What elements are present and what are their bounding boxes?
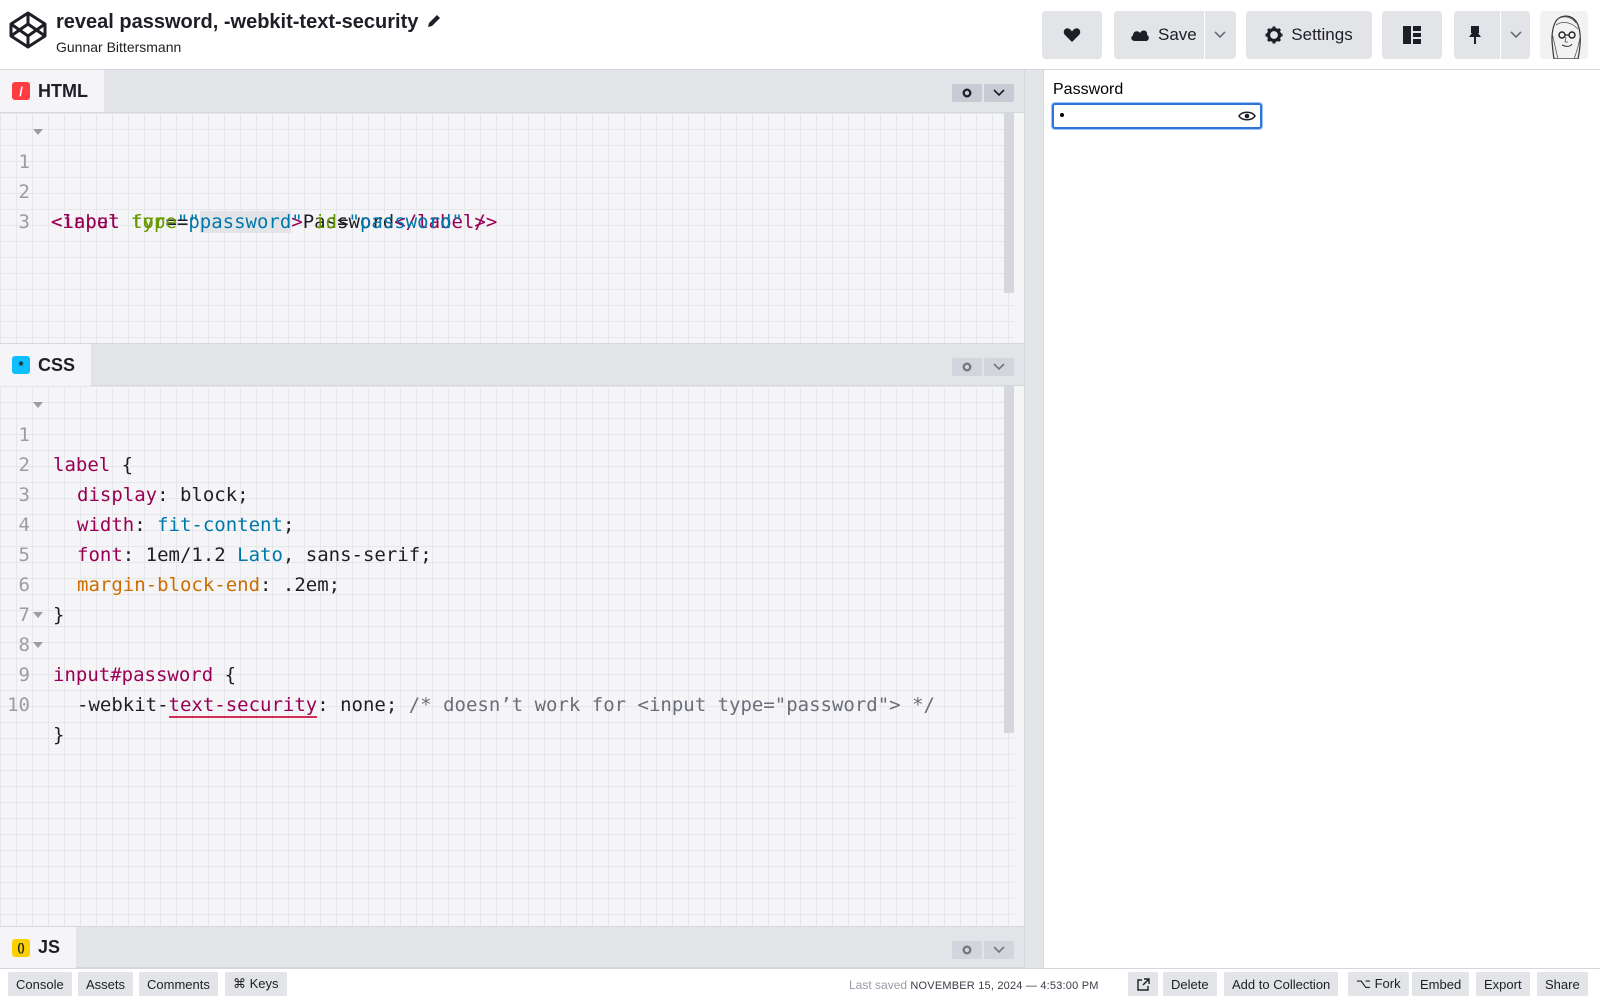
code-line: 1 label {	[0, 390, 1000, 476]
code-line: 5 margin-block-end: .2em;	[18, 544, 341, 596]
fold-arrow-icon[interactable]	[33, 129, 43, 135]
pin-split-button	[1454, 11, 1530, 59]
html-code-editor[interactable]: 1 <label for="password">Password</label>…	[0, 113, 1014, 343]
chevron-down-icon	[993, 363, 1005, 371]
code-line: 8 input#password {	[0, 600, 1000, 686]
code-line: 10 }	[7, 694, 65, 746]
save-button[interactable]: Save	[1158, 25, 1197, 45]
cloud-icon	[1131, 30, 1149, 41]
pane-resizer[interactable]	[1024, 70, 1044, 968]
css-scrollbar[interactable]	[1004, 386, 1014, 733]
js-collapse-button[interactable]	[984, 941, 1014, 959]
html-badge-icon: /	[12, 82, 30, 100]
pin-icon[interactable]	[1468, 25, 1482, 45]
tab-js[interactable]: () JS	[0, 927, 77, 968]
code-line: 7	[18, 604, 30, 626]
tab-html[interactable]: / HTML	[0, 70, 104, 112]
console-button[interactable]: Console	[8, 972, 72, 996]
heart-icon	[1063, 28, 1081, 42]
avatar[interactable]	[1540, 11, 1588, 59]
chevron-down-icon[interactable]	[1214, 31, 1226, 39]
js-pane-header: () JS	[0, 926, 1024, 968]
js-badge-icon: ()	[12, 938, 30, 957]
html-scrollbar[interactable]	[1004, 113, 1014, 293]
tab-css-label: CSS	[38, 354, 76, 375]
html-collapse-button[interactable]	[984, 84, 1014, 102]
codepen-logo-icon[interactable]	[8, 10, 48, 50]
fork-button[interactable]: ⌥ Fork	[1348, 972, 1409, 996]
share-button[interactable]: Share	[1537, 972, 1588, 996]
last-saved-value: NOVEMBER 15, 2024 — 4:53:00 PM	[910, 980, 1099, 992]
pen-title[interactable]: reveal password, -webkit-text-security	[56, 11, 442, 34]
last-saved-label: Last saved	[849, 978, 908, 992]
embed-button[interactable]: Embed	[1412, 972, 1470, 996]
layout-button[interactable]	[1382, 11, 1442, 59]
footer-bar: Console Assets Comments ⌘ Keys Last save…	[0, 968, 1600, 1000]
pen-title-text[interactable]: reveal password, -webkit-text-security	[56, 11, 418, 33]
settings-label: Settings	[1291, 25, 1353, 44]
delete-button[interactable]: Delete	[1163, 972, 1217, 996]
css-collapse-button[interactable]	[984, 358, 1014, 376]
chevron-down-icon[interactable]	[1510, 31, 1522, 39]
gear-icon	[1265, 26, 1283, 44]
preview-password-input[interactable]	[1052, 103, 1262, 129]
code-line: 2 display: block;	[18, 454, 249, 506]
add-to-collection-button[interactable]: Add to Collection	[1224, 972, 1339, 996]
chevron-down-icon	[993, 89, 1005, 97]
editor-column: / HTML 1 <label for="password">Password<…	[0, 70, 1024, 968]
tab-css[interactable]: * CSS	[0, 344, 92, 386]
split-divider	[1204, 11, 1205, 59]
fold-arrow-icon[interactable]	[33, 642, 43, 648]
tab-js-label: JS	[38, 937, 61, 957]
external-link-icon	[1136, 977, 1150, 991]
code-line: 9 -webkit-text-security: none; /* doesn’…	[0, 630, 1000, 718]
external-view-button[interactable]	[1128, 972, 1158, 996]
code-line: 1 <label for="password">Password</label>	[0, 117, 1000, 233]
layout-icon	[1403, 26, 1421, 44]
eye-icon[interactable]	[1238, 109, 1256, 123]
fold-arrow-icon[interactable]	[33, 612, 43, 618]
code-line: 3	[18, 211, 30, 233]
split-divider	[1500, 11, 1501, 59]
last-saved: Last saved NOVEMBER 15, 2024 — 4:53:00 P…	[849, 978, 1099, 992]
pencil-icon[interactable]	[426, 13, 442, 29]
html-settings-button[interactable]	[952, 84, 982, 102]
code-line: 4 font: 1em/1.2 Lato, sans-serif;	[18, 514, 432, 566]
gear-icon	[962, 88, 972, 98]
preview-pane: Password	[1044, 70, 1600, 968]
password-mask-dot	[1060, 113, 1064, 117]
js-settings-button[interactable]	[952, 941, 982, 959]
author-name[interactable]: Gunnar Bittersmann	[56, 39, 181, 55]
comments-button[interactable]: Comments	[139, 972, 218, 996]
preview-password-label: Password	[1053, 81, 1124, 98]
code-line: 3 width: fit-content;	[18, 484, 295, 536]
settings-button[interactable]: Settings	[1246, 11, 1372, 59]
css-badge-icon: *	[12, 356, 30, 374]
code-line: 6 }	[18, 574, 65, 626]
fold-arrow-icon[interactable]	[33, 402, 43, 408]
heart-button[interactable]	[1042, 11, 1102, 59]
tab-html-label: HTML	[38, 80, 88, 101]
assets-button[interactable]: Assets	[78, 972, 134, 996]
chevron-down-icon	[993, 946, 1005, 954]
header: reveal password, -webkit-text-security G…	[0, 0, 1600, 70]
css-pane-header: * CSS	[0, 343, 1024, 386]
export-button[interactable]: Export	[1476, 972, 1530, 996]
gear-icon	[962, 945, 972, 955]
gear-icon	[962, 362, 972, 372]
save-split-button: Save	[1114, 11, 1236, 59]
keys-button[interactable]: ⌘ Keys	[225, 972, 287, 996]
css-code-editor[interactable]: 1 label { 2 display: block; 3 width: fit…	[0, 386, 1014, 926]
html-pane-header: / HTML	[0, 70, 1024, 113]
code-line: 2 <input type="password" id="password" /…	[18, 181, 498, 233]
css-settings-button[interactable]	[952, 358, 982, 376]
